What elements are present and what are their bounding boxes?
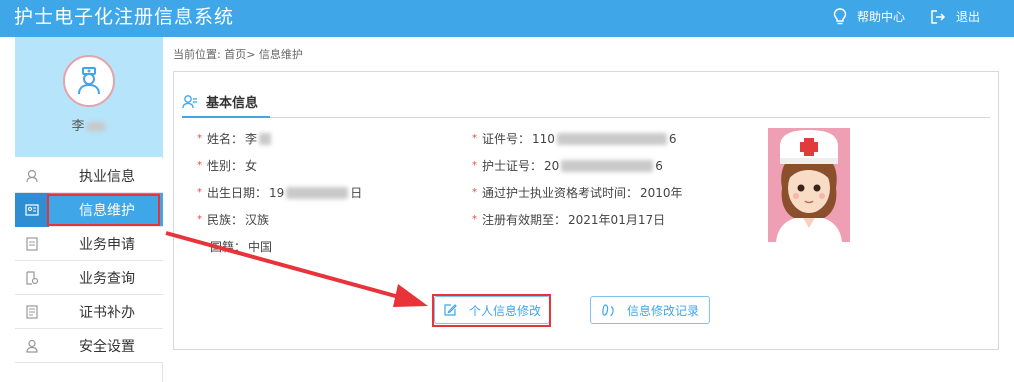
sidebar-item-practice-info[interactable]: 执业信息 <box>15 159 163 193</box>
sidebar-item-label: 证书补办 <box>79 304 135 321</box>
sidebar-item-label: 业务申请 <box>79 236 135 253</box>
app-header: 护士电子化注册信息系统 帮助中心 退出 <box>0 0 1014 37</box>
search-doc-icon <box>15 261 49 295</box>
sidebar-item-security-settings[interactable]: 安全设置 <box>15 329 163 363</box>
nurse-photo <box>768 128 850 242</box>
sidebar-item-label: 执业信息 <box>79 168 135 185</box>
badge-icon <box>15 159 49 193</box>
section-divider <box>182 117 990 118</box>
sidebar-item-info-maintenance[interactable]: 信息维护 <box>15 192 163 227</box>
logout-link[interactable]: 退出 <box>930 8 980 26</box>
field-birth-date: * 出生日期： 19 日 <box>197 185 363 201</box>
user-name: 李 <box>15 115 163 134</box>
sidebar-menu: 执业信息 信息维护 业务申请 业务查询 证书补办 安全设置 <box>15 159 163 363</box>
section-header: 基本信息 <box>182 92 258 111</box>
form-icon <box>15 227 49 261</box>
highlight-box <box>47 194 160 226</box>
change-log-button[interactable]: 信息修改记录 <box>590 296 710 324</box>
logout-label: 退出 <box>956 10 981 24</box>
user-info-icon <box>182 94 197 108</box>
field-gender: * 性别：女 <box>197 159 258 173</box>
id-card-icon <box>15 192 49 227</box>
field-nurse-cert-number: * 护士证号： 20 6 <box>472 158 663 174</box>
change-log-label: 信息修改记录 <box>626 303 699 318</box>
field-name: * 姓名：李 <box>197 130 273 147</box>
user-lock-icon <box>15 329 49 363</box>
sidebar: 李 执业信息 信息维护 业务申请 业务查询 证书补办 安全设置 <box>15 37 163 382</box>
field-nationality: 国籍： 中国 <box>210 240 273 254</box>
sidebar-item-business-apply[interactable]: 业务申请 <box>15 227 163 261</box>
sidebar-item-business-query[interactable]: 业务查询 <box>15 261 163 295</box>
app-title: 护士电子化注册信息系统 <box>14 6 235 28</box>
certificate-icon <box>15 295 49 329</box>
help-center-link[interactable]: 帮助中心 <box>833 8 905 26</box>
breadcrumb: 当前位置: 首页> 信息维护 <box>173 48 303 61</box>
section-underline <box>182 116 270 118</box>
avatar <box>63 55 115 107</box>
basic-info-panel: 基本信息 * 姓名：李 * 性别：女 * 出生日期： 19 日 * 民族： 汉族 国籍： 中国 … <box>173 71 999 350</box>
sidebar-item-certificate-reissue[interactable]: 证书补办 <box>15 295 163 329</box>
field-ethnicity: * 民族： 汉族 <box>197 213 270 227</box>
highlight-box <box>432 294 551 327</box>
logout-icon <box>931 10 946 24</box>
field-exam-pass-time: * 通过护士执业资格考试时间： 2010年 <box>472 186 683 200</box>
help-center-label: 帮助中心 <box>857 10 906 24</box>
sidebar-item-label: 安全设置 <box>79 338 135 355</box>
field-id-number: * 证件号： 110 6 <box>472 131 677 147</box>
lightbulb-icon <box>833 8 847 25</box>
field-registration-expiry: * 注册有效期至： 2021年01月17日 <box>472 213 666 227</box>
footprint-icon <box>602 304 614 317</box>
profile-card: 李 <box>15 37 163 157</box>
section-title: 基本信息 <box>206 96 259 111</box>
sidebar-item-label: 业务查询 <box>79 270 135 287</box>
nurse-avatar-icon <box>78 67 100 95</box>
